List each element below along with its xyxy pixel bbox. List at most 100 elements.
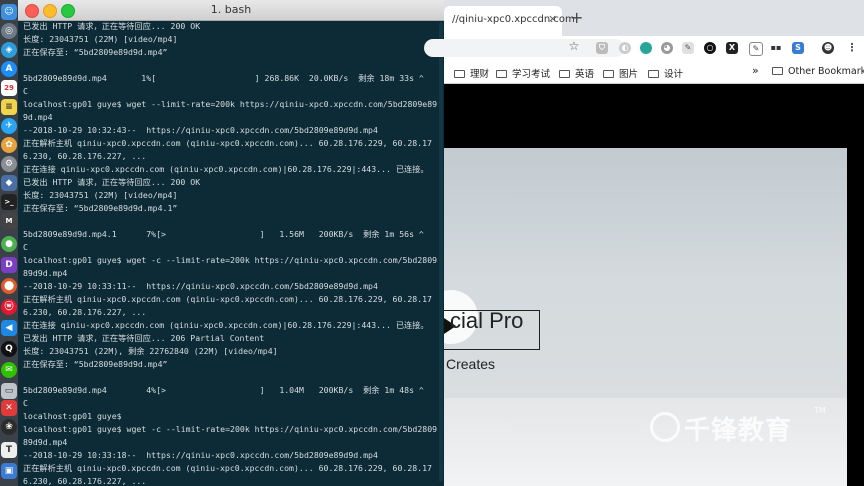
other-bookmarks[interactable]: Other Bookmarks (772, 66, 864, 77)
bookmarks-bar: 理财 学习考试 英语 图片 设计 » Other Bookmarks (444, 60, 864, 84)
preferences-icon[interactable]: ⚙ (1, 156, 17, 172)
browser-tab[interactable]: //qiniu-xpc0.xpccdn.com × (444, 6, 575, 36)
terminal-line: 正在解析主机 qiniu-xpc0.xpccdn.com (qiniu-xpc0… (23, 294, 432, 304)
bookmark-folder[interactable]: 英语 (559, 66, 594, 80)
folder-icon (496, 70, 507, 78)
watermark-text: 千锋教育 (684, 410, 792, 447)
extension-icon[interactable]: X (726, 42, 738, 54)
terminal-line: 5bd2809e89d9d.mp4 4%[> ] 1.04M 200KB/s 剩… (23, 385, 424, 395)
app-icon[interactable]: ⬤ (1, 278, 17, 294)
terminal-scrollbar[interactable] (439, 22, 443, 482)
terminal-line: --2018-10-29 10:32:43-- https://qiniu-xp… (23, 125, 378, 135)
menu-icon[interactable]: ⋮ (846, 42, 858, 54)
finder-icon[interactable]: ☺ (1, 4, 17, 20)
terminal-line: 已发出 HTTP 请求，正在等待回应... 206 Partial Conten… (23, 333, 265, 343)
terminal-line: C (23, 242, 28, 252)
tab-close-button[interactable]: × (548, 12, 557, 25)
app-icon[interactable]: ✈ (1, 118, 17, 134)
terminal-line: --2018-10-29 10:33:11-- https://qiniu-xp… (23, 281, 378, 291)
terminal-line: 9d.mp4 (23, 112, 53, 122)
bookmark-folder[interactable]: 学习考试 (496, 66, 550, 80)
bookmark-folder[interactable]: 设计 (648, 66, 683, 80)
chrome-icon[interactable]: ● (1, 236, 17, 252)
terminal-line: 正在连接 qiniu-xpc0.xpccdn.com (qiniu-xpc0.x… (23, 164, 429, 174)
notes-icon[interactable]: ≡ (1, 99, 17, 115)
watermark-logo-icon (650, 412, 680, 442)
video-logo-subtitle: Creates (446, 356, 496, 372)
xmind-icon[interactable]: ✕ (1, 400, 17, 416)
terminal-line: 89d9d.mp4 (23, 268, 68, 278)
terminal-line: 长度: 23043751 (22M) [video/mp4] (23, 190, 178, 200)
video-player[interactable]: cial Pro Creates 千锋教育 TM (444, 148, 847, 486)
dictionary-icon[interactable]: D (1, 257, 17, 273)
wechat-icon[interactable]: ✉ (1, 362, 17, 378)
extension-icon[interactable]: ○ (704, 42, 716, 54)
extension-icon[interactable]: ◐ (619, 42, 631, 54)
star-icon[interactable]: ☆ (568, 40, 580, 52)
terminal-line: 长度: 23043751 (22M) [video/mp4] (23, 34, 178, 44)
watermark-label: 千锋教育 (684, 416, 793, 446)
terminal-line: 正在保存至: “5bd2809e89d9d.mp4.1” (23, 203, 178, 213)
extension-icon[interactable]: ▪▪ (770, 42, 782, 54)
terminal-line: 长度: 23043751 (22M), 剩余 22762840 (22M) [v… (23, 346, 278, 356)
qq-icon[interactable]: Q (1, 341, 17, 357)
terminal-line: 6.230, 60.28.176.227, ... (23, 476, 147, 486)
appstore-icon[interactable]: A (1, 61, 17, 77)
terminal-line: 已发出 HTTP 请求，正在等待回应... 200 OK (23, 177, 201, 187)
terminal-line: 正在保存至: “5bd2809e89d9d.mp4” (23, 47, 168, 57)
bookmark-folder[interactable]: 理财 (454, 66, 489, 80)
app-icon[interactable]: ◆ (1, 175, 17, 191)
terminal-line: 已发出 HTTP 请求，正在等待回应... 200 OK (23, 21, 201, 31)
terminal-line: 6.230, 60.28.176.227, ... (23, 151, 147, 161)
terminal-line: C (23, 86, 28, 96)
bookmark-folder[interactable]: 图片 (603, 66, 638, 80)
typora-icon[interactable]: T (1, 442, 17, 458)
terminal-line: 89d9d.mp4 (23, 437, 68, 447)
terminal-window[interactable]: 1. bash 已发出 HTTP 请求，正在等待回应... 200 OK 长度: … (18, 0, 444, 486)
extension-icon[interactable]: ◕ (661, 42, 673, 54)
bookmarks-overflow-button[interactable]: » (752, 64, 759, 77)
terminal-titlebar[interactable]: 1. bash (18, 0, 444, 21)
terminal-output[interactable]: 已发出 HTTP 请求，正在等待回应... 200 OK 长度: 23043751… (23, 20, 437, 486)
watermark-tm: TM (814, 406, 826, 415)
terminal-line: localhost:gp01 guye$ wget -c --limit-rat… (23, 255, 437, 265)
folder-icon (559, 70, 570, 78)
terminal-line: localhost:gp01 guye$ wget --limit-rate=2… (23, 99, 437, 109)
safari-icon[interactable]: ◈ (1, 42, 17, 58)
profile-avatar[interactable]: ☻ (822, 42, 834, 54)
app-icon[interactable]: ▣ (1, 463, 17, 479)
folder-icon (648, 70, 659, 78)
terminal-line: localhost:gp01 guye$ (23, 411, 122, 421)
video-logo-text: cial Pro (450, 308, 524, 333)
photos-icon[interactable]: ✿ (1, 137, 17, 153)
address-bar[interactable] (424, 39, 624, 57)
vscode-icon[interactable]: ◀ (1, 320, 17, 336)
extension-icon[interactable] (640, 42, 652, 54)
folder-icon (603, 70, 614, 78)
weibo-icon[interactable]: ⓦ (1, 299, 17, 315)
folder-icon (772, 67, 783, 75)
tab-strip: //qiniu-xpc0.xpccdn.com × + (444, 0, 864, 36)
terminal-title: 1. bash (210, 3, 252, 16)
app-icon[interactable]: M (1, 213, 17, 229)
terminal-line: 5bd2809e89d9d.mp4.1 7%[> ] 1.56M 200KB/s… (23, 229, 424, 239)
calendar-icon[interactable]: 29 (1, 80, 17, 96)
app-icon[interactable]: ❀ (1, 419, 17, 435)
folder-icon (454, 70, 465, 78)
shield-extension-icon[interactable]: ⛉ (596, 42, 608, 54)
terminal-line: --2018-10-29 10:33:18-- https://qiniu-xp… (23, 450, 378, 460)
dock: ☺ ◎ ◈ A 29 ≡ ✈ ✿ ⚙ ◆ >_ M ● D ⬤ ⓦ ◀ Q ✉ … (0, 0, 18, 486)
terminal-line: 正在连接 qiniu-xpc0.xpccdn.com (qiniu-xpc0.x… (23, 320, 429, 330)
extension-icon[interactable]: ✎ (682, 42, 694, 54)
terminal-line: 正在保存至: “5bd2809e89d9d.mp4” (23, 359, 168, 369)
launchpad-icon[interactable]: ◎ (1, 23, 17, 39)
new-tab-button[interactable]: + (570, 8, 583, 27)
extension-icon[interactable]: ✎ (749, 42, 763, 56)
app-icon[interactable]: ▭ (1, 383, 17, 399)
terminal-line: localhost:gp01 guye$ wget -c --limit-rat… (23, 424, 437, 434)
terminal-icon[interactable]: >_ (1, 194, 17, 210)
extension-icon[interactable]: S (792, 42, 804, 54)
